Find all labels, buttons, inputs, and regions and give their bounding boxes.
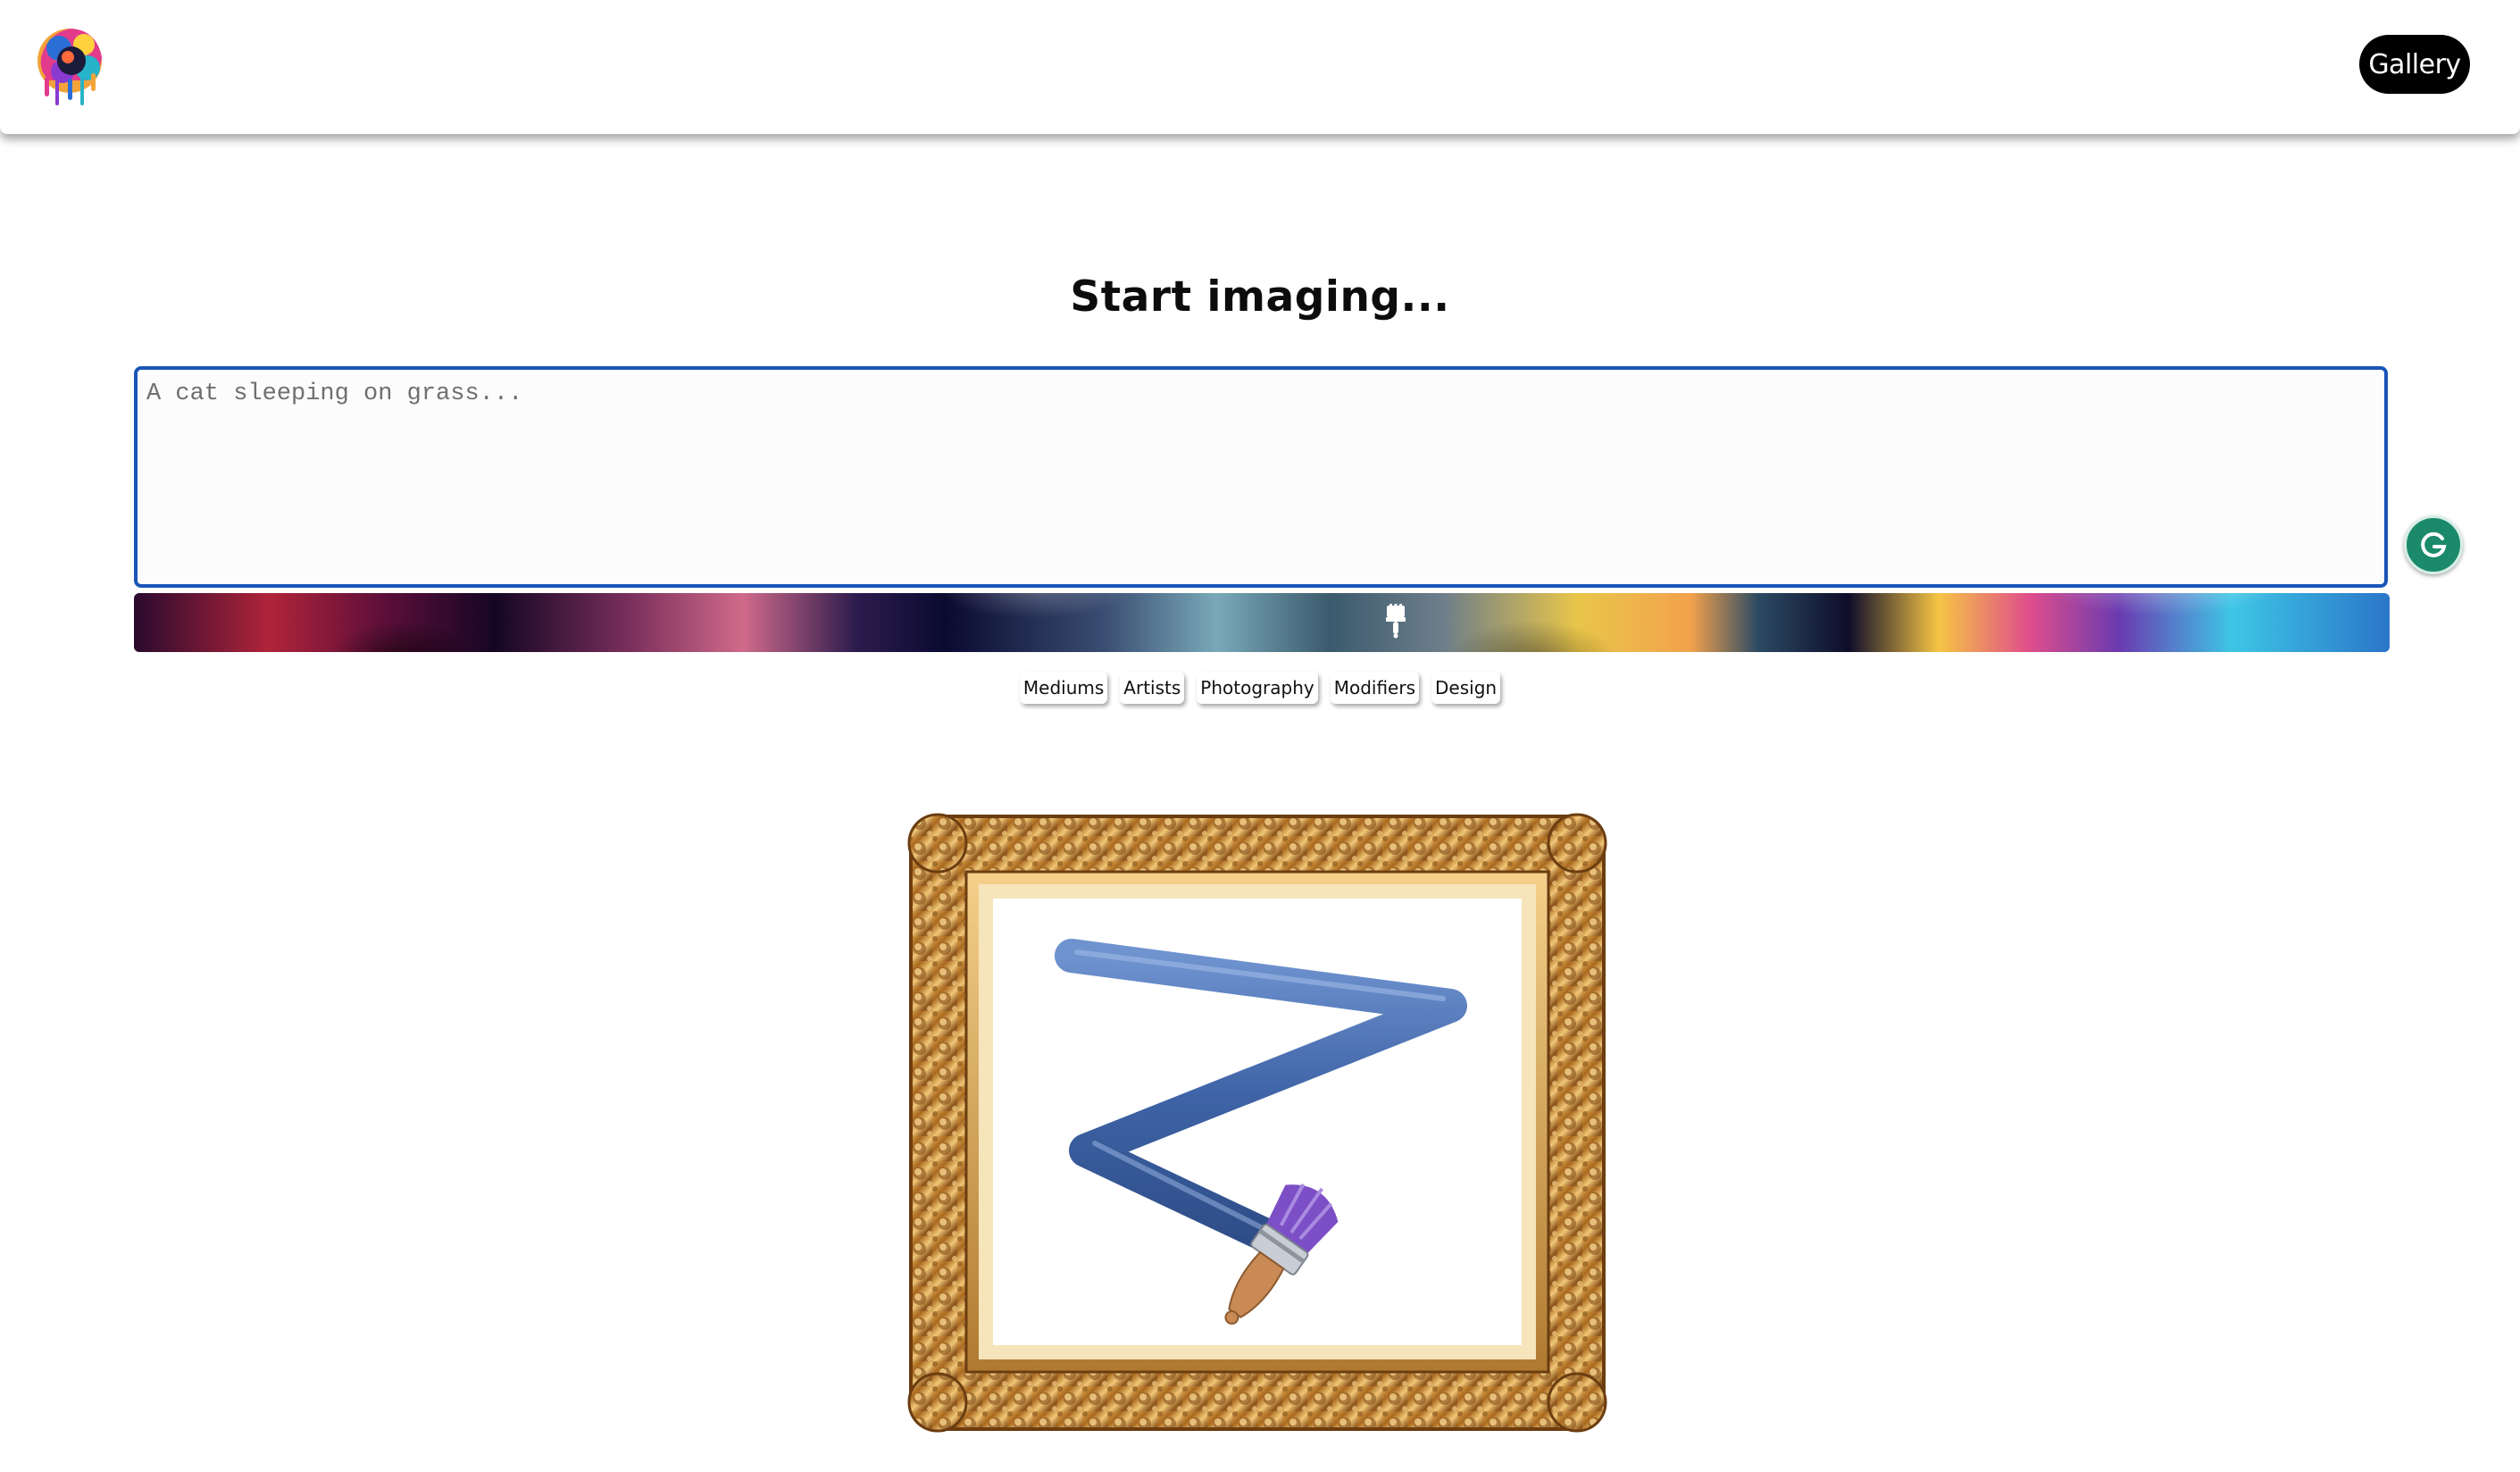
gallery-button[interactable]: Gallery [2359,35,2470,94]
top-navbar: Gallery [0,0,2520,134]
chip-modifiers[interactable]: Modifiers [1330,672,1420,704]
page-title: Start imaging... [1070,272,1450,322]
prompt-input[interactable] [134,366,2388,588]
category-chips: Mediums Artists Photography Modifiers De… [0,672,2520,704]
chip-photography[interactable]: Photography [1197,672,1318,704]
chip-mediums[interactable]: Mediums [1019,672,1108,704]
chip-design[interactable]: Design [1431,672,1501,704]
paintbrush-icon [1386,604,1406,639]
grammarly-icon[interactable] [2404,515,2463,574]
chip-artists[interactable]: Artists [1120,672,1185,704]
framed-paint-stroke-illustration [907,811,1609,1436]
generate-button[interactable] [134,593,2390,652]
page: Gallery Start imaging... Mediums Artists… [0,0,2520,1472]
paint-splash-logo-icon[interactable] [32,21,107,111]
generate-bar-background [134,593,2390,652]
